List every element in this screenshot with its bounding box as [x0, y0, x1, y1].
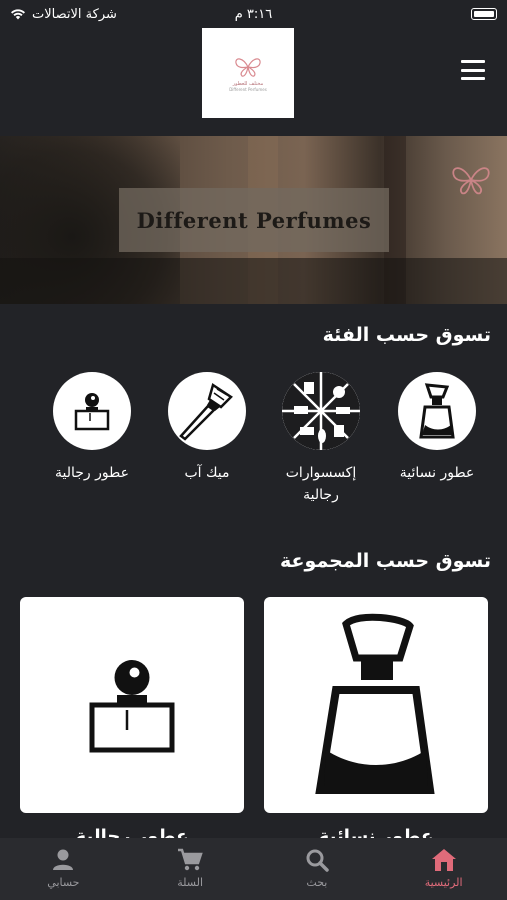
battery-icon: [471, 8, 497, 20]
men-perfume-icon: [89, 660, 175, 753]
status-bar: شركة الاتصالات ٣:١٦ م: [0, 0, 507, 28]
collection-women-perfume-card[interactable]: [264, 597, 488, 813]
nav-cart[interactable]: السلة: [127, 838, 254, 900]
category-makeup[interactable]: ميك آب: [157, 372, 257, 484]
hamburger-menu-icon[interactable]: [461, 60, 485, 80]
search-icon: [306, 849, 329, 872]
nav-label: الرئيسية: [424, 876, 463, 889]
carrier-name: شركة الاتصالات: [32, 6, 117, 22]
brand-logo[interactable]: مختلف للعطور Different Perfumes: [202, 28, 294, 118]
collection-men-perfume-card[interactable]: [20, 597, 244, 813]
collection-section-title: تسوق حسب المجموعة: [280, 550, 491, 572]
butterfly-logo-icon: [235, 57, 261, 77]
category-label: ميك آب: [184, 465, 230, 481]
status-time: ٣:١٦ م: [234, 6, 273, 22]
category-label: إكسسوارات رجالية: [285, 465, 357, 503]
makeup-brush-icon: [168, 372, 246, 450]
men-accessories-icon: [282, 372, 360, 450]
category-label: عطور رجالية: [55, 465, 129, 481]
hero-banner[interactable]: Different Perfumes: [0, 136, 507, 304]
category-women-perfume[interactable]: عطور نسائية: [387, 372, 487, 484]
home-icon: [431, 849, 456, 871]
logo-subtext: Different Perfumes: [229, 86, 267, 92]
category-section-title: تسوق حسب الفئة: [322, 324, 491, 346]
men-perfume-icon: [53, 372, 131, 450]
hero-title: Different Perfumes: [119, 188, 389, 252]
category-label: عطور نسائية: [399, 465, 475, 481]
account-icon: [53, 849, 74, 870]
nav-account[interactable]: حسابي: [0, 838, 127, 900]
nav-search[interactable]: بحث: [254, 838, 381, 900]
nav-label: السلة: [177, 876, 204, 889]
hero-background-base: [0, 258, 507, 304]
women-perfume-icon: [315, 613, 435, 794]
nav-label: حسابي: [47, 876, 80, 889]
butterfly-watermark-icon: [452, 167, 490, 195]
women-perfume-icon: [398, 372, 476, 450]
category-men-perfume[interactable]: عطور رجالية: [42, 372, 142, 484]
wifi-icon: [11, 9, 25, 20]
nav-label: بحث: [306, 876, 328, 889]
status-carrier-group: شركة الاتصالات: [10, 7, 117, 22]
app-header: مختلف للعطور Different Perfumes: [0, 28, 507, 120]
bottom-nav: الرئيسية بحث السلة حسابي: [0, 838, 507, 900]
nav-home[interactable]: الرئيسية: [380, 838, 507, 900]
category-men-accessories[interactable]: إكسسوارات رجالية: [271, 372, 371, 506]
cart-icon: [178, 848, 203, 871]
